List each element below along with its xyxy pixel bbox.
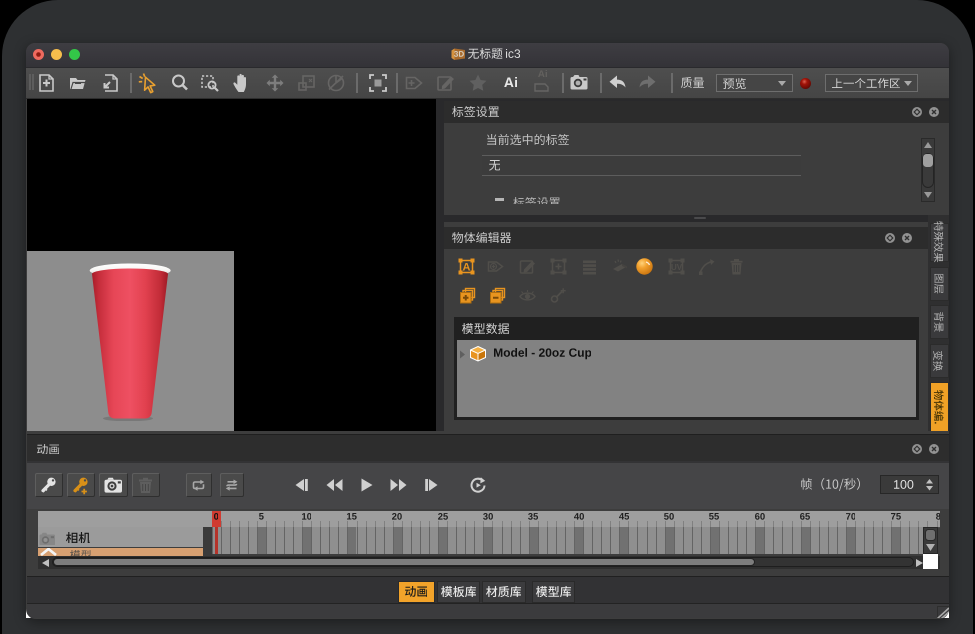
svg-text:A: A xyxy=(462,262,470,274)
svg-text:UV: UV xyxy=(671,263,683,272)
